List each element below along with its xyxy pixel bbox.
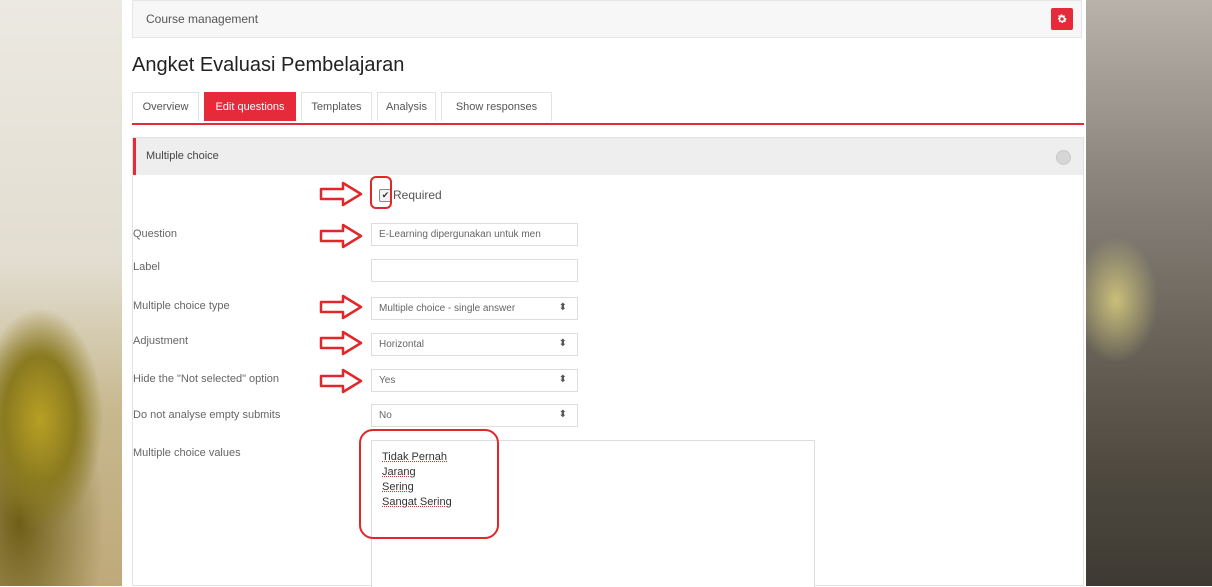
background-left bbox=[0, 0, 122, 586]
background-right bbox=[1086, 0, 1212, 586]
adjustment-value: Horizontal bbox=[379, 339, 425, 350]
tab-analysis[interactable]: Analysis bbox=[377, 92, 436, 121]
no-analyse-label: Do not analyse empty submits bbox=[133, 409, 281, 421]
tab-edit-questions[interactable]: Edit questions bbox=[204, 92, 296, 121]
select-caret-icon: ⬍ bbox=[558, 302, 567, 313]
tab-bar: Overview Edit questions Templates Analys… bbox=[132, 92, 1084, 125]
arrow-icon bbox=[319, 330, 363, 356]
hide-not-selected-value: Yes bbox=[379, 375, 396, 386]
arrow-icon bbox=[319, 294, 363, 320]
collapse-icon[interactable] bbox=[1056, 150, 1071, 165]
breadcrumb[interactable]: Course management bbox=[146, 12, 258, 26]
gear-icon bbox=[1057, 14, 1067, 23]
mc-type-label: Multiple choice type bbox=[133, 300, 230, 312]
hide-not-selected-select[interactable]: Yes ⬍ bbox=[371, 369, 578, 392]
mc-values-label: Multiple choice values bbox=[133, 447, 241, 459]
select-caret-icon: ⬍ bbox=[558, 338, 567, 349]
select-caret-icon: ⬍ bbox=[558, 374, 567, 385]
label-label: Label bbox=[133, 261, 160, 273]
tab-show-responses[interactable]: Show responses bbox=[441, 92, 552, 121]
question-input[interactable]: E-Learning dipergunakan untuk men bbox=[371, 223, 578, 246]
tab-templates[interactable]: Templates bbox=[301, 92, 372, 121]
adjustment-select[interactable]: Horizontal ⬍ bbox=[371, 333, 578, 356]
mc-type-select[interactable]: Multiple choice - single answer ⬍ bbox=[371, 297, 578, 320]
section-header[interactable]: Multiple choice bbox=[133, 138, 1083, 175]
settings-button[interactable] bbox=[1051, 8, 1073, 30]
page-title: Angket Evaluasi Pembelajaran bbox=[132, 54, 405, 76]
label-input[interactable] bbox=[371, 259, 578, 282]
question-label: Question bbox=[133, 228, 178, 240]
arrow-icon bbox=[319, 223, 363, 249]
hide-not-selected-label: Hide the "Not selected" option bbox=[133, 373, 280, 385]
page: Course management Angket Evaluasi Pembel… bbox=[122, 0, 1086, 587]
required-label: Required bbox=[393, 188, 442, 202]
annotation-box-checkbox bbox=[370, 176, 392, 209]
adjustment-label: Adjustment bbox=[133, 335, 189, 347]
select-caret-icon: ⬍ bbox=[558, 409, 567, 420]
no-analyse-value: No bbox=[379, 410, 392, 421]
tab-overview[interactable]: Overview bbox=[132, 92, 199, 121]
section-title: Multiple choice bbox=[146, 150, 219, 162]
arrow-icon bbox=[319, 181, 363, 207]
annotation-box-values bbox=[359, 429, 499, 539]
course-management-bar: Course management bbox=[132, 0, 1082, 38]
mc-type-value: Multiple choice - single answer bbox=[379, 303, 516, 314]
no-analyse-select[interactable]: No ⬍ bbox=[371, 404, 578, 427]
arrow-icon bbox=[319, 368, 363, 394]
